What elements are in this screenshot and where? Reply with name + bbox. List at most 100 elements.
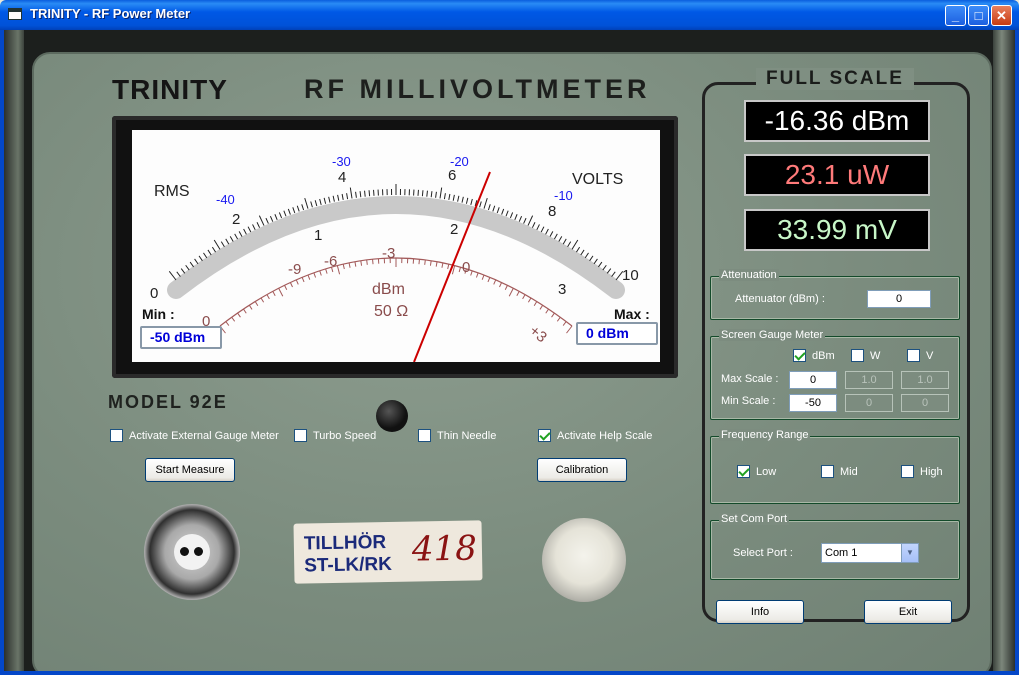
scale-tick — [364, 190, 366, 197]
scale-tick — [566, 325, 573, 334]
scale-tick — [231, 316, 236, 322]
freq-high-box[interactable] — [901, 465, 914, 478]
scale-tick — [319, 198, 322, 205]
info-button[interactable]: Info — [716, 600, 804, 624]
frequency-group: Frequency Range Low Mid High — [710, 429, 960, 504]
freq-mid-checkbox[interactable]: Mid — [821, 465, 858, 478]
scale-tick — [341, 193, 344, 200]
scale-tick — [229, 236, 234, 242]
scale-tick — [278, 212, 283, 219]
external-gauge-checkbox[interactable]: Activate External Gauge Meter — [110, 429, 279, 442]
scale-tick — [435, 261, 438, 267]
full-scale-title: FULL SCALE — [756, 68, 914, 90]
scale-tick — [336, 265, 341, 275]
scale-tick — [307, 274, 311, 280]
scale-tick — [418, 259, 420, 265]
min-scale-w-input[interactable]: 0 — [845, 394, 893, 412]
scale-tick — [522, 294, 526, 300]
scale-tick — [597, 261, 603, 268]
dbm-blue-tick-30: -30 — [332, 154, 351, 169]
scale-tick — [278, 287, 284, 297]
max-scale-dbm-input[interactable]: 0 — [789, 371, 837, 389]
freq-mid-label: Mid — [840, 465, 858, 478]
calibration-button[interactable]: Calibration — [537, 458, 627, 482]
scale-tick — [536, 224, 540, 231]
close-icon: ✕ — [996, 8, 1007, 23]
scale-tick — [465, 197, 469, 204]
dbm-red-tick-3: -3 — [382, 245, 395, 262]
max-scale-v-input[interactable]: 1.0 — [901, 371, 949, 389]
indicator-lamp — [376, 400, 408, 432]
scale-tick — [481, 274, 485, 280]
max-scale-w-input[interactable]: 1.0 — [845, 371, 893, 389]
turbo-speed-checkbox[interactable]: Turbo Speed — [294, 429, 376, 442]
scale-tick — [213, 239, 221, 250]
volt-tick-4: 4 — [338, 169, 346, 186]
thin-needle-box[interactable] — [418, 429, 431, 442]
maximize-icon: □ — [974, 8, 983, 23]
freq-mid-box[interactable] — [821, 465, 834, 478]
scale-tick — [593, 258, 598, 265]
scale-tick — [349, 187, 353, 199]
scale-tick — [562, 238, 567, 245]
volts-label: VOLTS — [572, 171, 623, 188]
unit-v-box[interactable] — [907, 349, 920, 362]
unit-dbm-box[interactable] — [793, 349, 806, 362]
volt-tick-0: 0 — [150, 285, 158, 302]
scale-tick — [266, 294, 270, 300]
minimize-button[interactable]: _ — [945, 5, 966, 26]
freq-low-box[interactable] — [737, 465, 750, 478]
connector-insulator — [174, 534, 210, 570]
max-label: Max : — [614, 306, 650, 322]
scale-tick — [301, 277, 305, 283]
scale-tick — [366, 259, 368, 265]
scale-tick — [355, 191, 357, 198]
chevron-down-icon[interactable]: ▼ — [901, 544, 918, 562]
thin-needle-checkbox[interactable]: Thin Needle — [418, 429, 496, 442]
help-scale-box[interactable] — [538, 429, 551, 442]
scale-tick — [430, 191, 433, 198]
title-bar[interactable]: TRINITY - RF Power Meter _ □ ✕ — [0, 0, 1019, 30]
scale-tick — [531, 222, 536, 228]
scale-tick — [483, 197, 488, 209]
watts-readout: 23.1 uW — [744, 154, 930, 196]
scale-tick — [274, 214, 278, 220]
min-label: Min : — [142, 306, 175, 322]
scale-tick — [314, 200, 318, 207]
unit-v-checkbox[interactable]: V — [907, 349, 933, 362]
left-rail — [4, 30, 24, 671]
com-port-group: Set Com Port Select Port : Com 1 ▼ — [710, 513, 960, 580]
unit-dbm-checkbox[interactable]: dBm — [793, 349, 835, 362]
scale-tick — [518, 215, 523, 222]
maximize-button[interactable]: □ — [968, 5, 989, 26]
calibration-knob[interactable] — [542, 518, 626, 602]
attenuator-input[interactable]: 0 — [867, 290, 931, 308]
freq-high-checkbox[interactable]: High — [901, 465, 943, 478]
scale-tick — [470, 198, 473, 205]
freq-low-checkbox[interactable]: Low — [737, 465, 776, 478]
scale-tick — [571, 239, 579, 250]
com-port-select[interactable]: Com 1 ▼ — [821, 543, 919, 563]
unit-w-checkbox[interactable]: W — [851, 349, 880, 362]
scale-tick — [539, 304, 544, 310]
scale-tick — [487, 277, 491, 283]
scale-tick — [470, 270, 473, 276]
unit-w-box[interactable] — [851, 349, 864, 362]
scale-tick — [447, 264, 450, 270]
exit-button[interactable]: Exit — [864, 600, 952, 624]
min-scale-v-input[interactable]: 0 — [901, 394, 949, 412]
scale-tick — [575, 246, 581, 253]
volt-minor-1: 1 — [314, 227, 322, 244]
min-scale-dbm-input[interactable]: -50 — [789, 394, 837, 412]
scale-tick — [225, 238, 230, 245]
start-measure-button[interactable]: Start Measure — [145, 458, 235, 482]
scale-tick — [313, 272, 317, 278]
help-scale-checkbox[interactable]: Activate Help Scale — [538, 429, 652, 442]
scale-tick — [211, 246, 217, 253]
turbo-speed-box[interactable] — [294, 429, 307, 442]
rf-input-connector — [144, 504, 240, 600]
volt-tick-8: 8 — [548, 203, 556, 220]
external-gauge-box[interactable] — [110, 429, 123, 442]
close-button[interactable]: ✕ — [991, 5, 1012, 26]
scale-tick — [492, 205, 496, 212]
